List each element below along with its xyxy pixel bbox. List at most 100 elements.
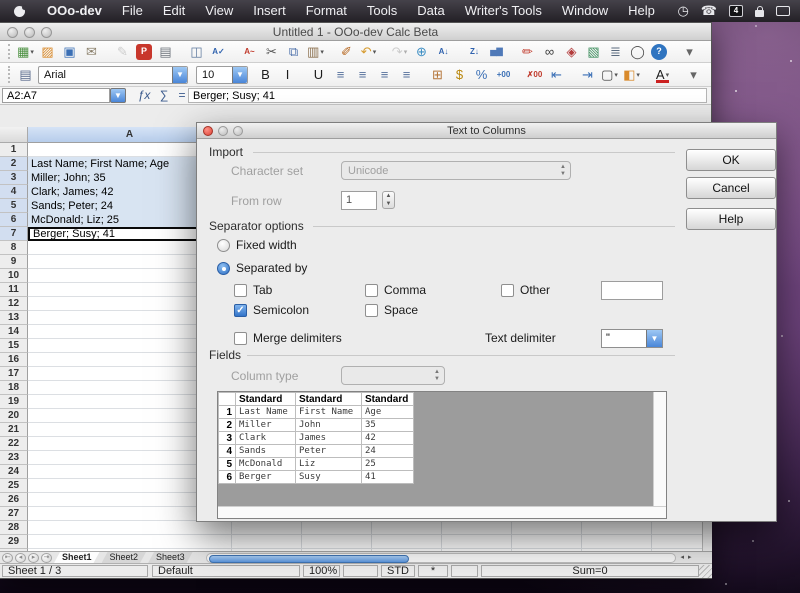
toolbar-drag-handle-2[interactable] <box>8 66 10 82</box>
row-header-27[interactable]: 27 <box>0 507 28 521</box>
styles-window-icon[interactable]: ▤ <box>16 66 35 84</box>
fixed-width-label[interactable]: Fixed width <box>236 238 297 252</box>
menu-insert[interactable]: Insert <box>243 0 296 22</box>
zoom-icon[interactable]: ◯ <box>628 43 647 61</box>
add-decimal-icon[interactable]: +00 <box>494 66 513 84</box>
font-size-combo[interactable]: 10 ▼ <box>196 66 248 84</box>
comma-label[interactable]: Comma <box>384 283 426 297</box>
cut-icon[interactable]: ✂ <box>262 43 281 61</box>
time-machine-icon[interactable]: ◷ <box>677 3 688 19</box>
row-header-18[interactable]: 18 <box>0 381 28 395</box>
function-wizard-icon[interactable]: ƒx <box>134 87 154 105</box>
chevron-down-icon[interactable]: ▼ <box>172 67 187 83</box>
text-delimiter-combo[interactable]: " ▼ <box>601 329 663 348</box>
send-email-icon[interactable]: ✉ <box>82 43 101 61</box>
delete-decimal-icon[interactable]: ✗00 <box>525 66 544 84</box>
row-header-13[interactable]: 13 <box>0 311 28 325</box>
status-page-style[interactable]: Default <box>152 565 300 577</box>
sort-ascending-icon[interactable]: A↓ <box>434 43 453 61</box>
row-header-23[interactable]: 23 <box>0 451 28 465</box>
separated-by-radio[interactable] <box>217 262 230 275</box>
new-document-icon[interactable]: ▦▾ <box>16 43 35 61</box>
page-preview-icon[interactable]: ◫ <box>187 43 206 61</box>
toolbar-drag-handle[interactable] <box>8 44 10 59</box>
row-header-17[interactable]: 17 <box>0 367 28 381</box>
borders-icon[interactable]: ▢▾ <box>600 66 619 84</box>
other-field[interactable] <box>601 281 663 300</box>
row-header-16[interactable]: 16 <box>0 353 28 367</box>
copy-icon[interactable]: ⧉ <box>284 43 303 61</box>
spellcheck-icon[interactable]: A✓ <box>209 43 228 61</box>
align-center-icon[interactable]: ≡ <box>353 66 372 84</box>
row-header-5[interactable]: 5 <box>0 199 28 213</box>
menu-edit[interactable]: Edit <box>153 0 195 22</box>
row-header-29[interactable]: 29 <box>0 535 28 549</box>
italic-icon[interactable]: I <box>278 66 297 84</box>
from-row-spinner[interactable]: ▲▼ <box>382 191 395 209</box>
merge-cells-icon[interactable]: ⊞ <box>428 66 447 84</box>
status-insert-mode[interactable] <box>343 565 378 577</box>
data-sources-icon[interactable]: ≣ <box>606 43 625 61</box>
row-header-2[interactable]: 2 <box>0 157 28 171</box>
semicolon-checkbox[interactable]: ✓ <box>234 304 247 317</box>
tab-sheet2[interactable]: Sheet2 <box>102 552 147 563</box>
row-header-10[interactable]: 10 <box>0 269 28 283</box>
increase-indent-icon[interactable]: ⇥ <box>578 66 597 84</box>
font-name-combo[interactable]: Arial ▼ <box>38 66 188 84</box>
chevron-down-icon[interactable]: ▾ <box>636 71 640 79</box>
format-percent-icon[interactable]: % <box>472 66 491 84</box>
sum-icon[interactable]: ∑ <box>154 87 174 105</box>
format-currency-icon[interactable]: $ <box>450 66 469 84</box>
status-selection-mode[interactable]: STD <box>381 565 415 577</box>
menu-tools[interactable]: Tools <box>357 0 407 22</box>
row-header-19[interactable]: 19 <box>0 395 28 409</box>
ok-button[interactable]: OK <box>686 149 776 171</box>
from-row-field[interactable]: 1 <box>341 191 377 210</box>
other-checkbox[interactable] <box>501 284 514 297</box>
tab-sheet1[interactable]: Sheet1 <box>54 552 100 563</box>
menu-help[interactable]: Help <box>618 0 665 22</box>
row-header-14[interactable]: 14 <box>0 325 28 339</box>
row-header-9[interactable]: 9 <box>0 255 28 269</box>
undo-icon[interactable]: ↶▾ <box>359 43 378 61</box>
decrease-indent-icon[interactable]: ⇤ <box>547 66 566 84</box>
find-replace-icon[interactable]: ∞ <box>540 43 559 61</box>
preview-column-type-header[interactable]: Standard <box>236 393 296 406</box>
separated-by-label[interactable]: Separated by <box>236 261 307 275</box>
row-header-6[interactable]: 6 <box>0 213 28 227</box>
row-header-24[interactable]: 24 <box>0 465 28 479</box>
cancel-button[interactable]: Cancel <box>686 177 776 199</box>
chevron-down-icon[interactable]: ▾ <box>404 48 408 56</box>
displays-icon[interactable] <box>776 6 790 16</box>
spaces-icon[interactable]: 4 <box>729 5 743 17</box>
underline-icon[interactable]: U <box>309 66 328 84</box>
row-header-8[interactable]: 8 <box>0 241 28 255</box>
sort-descending-icon[interactable]: Z↓ <box>465 43 484 61</box>
menu-view[interactable]: View <box>195 0 243 22</box>
show-draw-functions-icon[interactable]: ✏ <box>518 43 537 61</box>
format-paintbrush-icon[interactable]: ✐ <box>337 43 356 61</box>
menu-ooo-dev[interactable]: OOo-dev <box>37 0 112 22</box>
menu-data[interactable]: Data <box>407 0 454 22</box>
row-header-15[interactable]: 15 <box>0 339 28 353</box>
row-header-7[interactable]: 7 <box>0 227 28 241</box>
menu-file[interactable]: File <box>112 0 153 22</box>
auto-spellcheck-icon[interactable]: A~ <box>240 43 259 61</box>
next-sheet-icon[interactable]: ▸ <box>28 553 39 563</box>
chevron-down-icon[interactable]: ▾ <box>373 48 377 56</box>
row-header-21[interactable]: 21 <box>0 423 28 437</box>
hyperlink-icon[interactable]: ⊕ <box>412 43 431 61</box>
menu-writer-s-tools[interactable]: Writer's Tools <box>455 0 552 22</box>
menu-window[interactable]: Window <box>552 0 618 22</box>
toolbar-overflow-2-icon[interactable]: ▾ <box>684 66 703 84</box>
space-label[interactable]: Space <box>384 303 418 317</box>
navigator-icon[interactable]: ◈ <box>562 43 581 61</box>
chevron-down-icon[interactable]: ▼ <box>646 330 662 347</box>
preview-column-type-header[interactable]: Standard <box>362 393 414 406</box>
ichat-icon[interactable]: ☎ <box>701 3 717 19</box>
semicolon-label[interactable]: Semicolon <box>253 303 309 317</box>
align-right-icon[interactable]: ≡ <box>375 66 394 84</box>
dialog-title-bar[interactable]: Text to Columns <box>197 123 776 139</box>
chevron-down-icon[interactable]: ▾ <box>666 71 670 79</box>
horizontal-scrollbar-thumb[interactable] <box>209 555 409 563</box>
